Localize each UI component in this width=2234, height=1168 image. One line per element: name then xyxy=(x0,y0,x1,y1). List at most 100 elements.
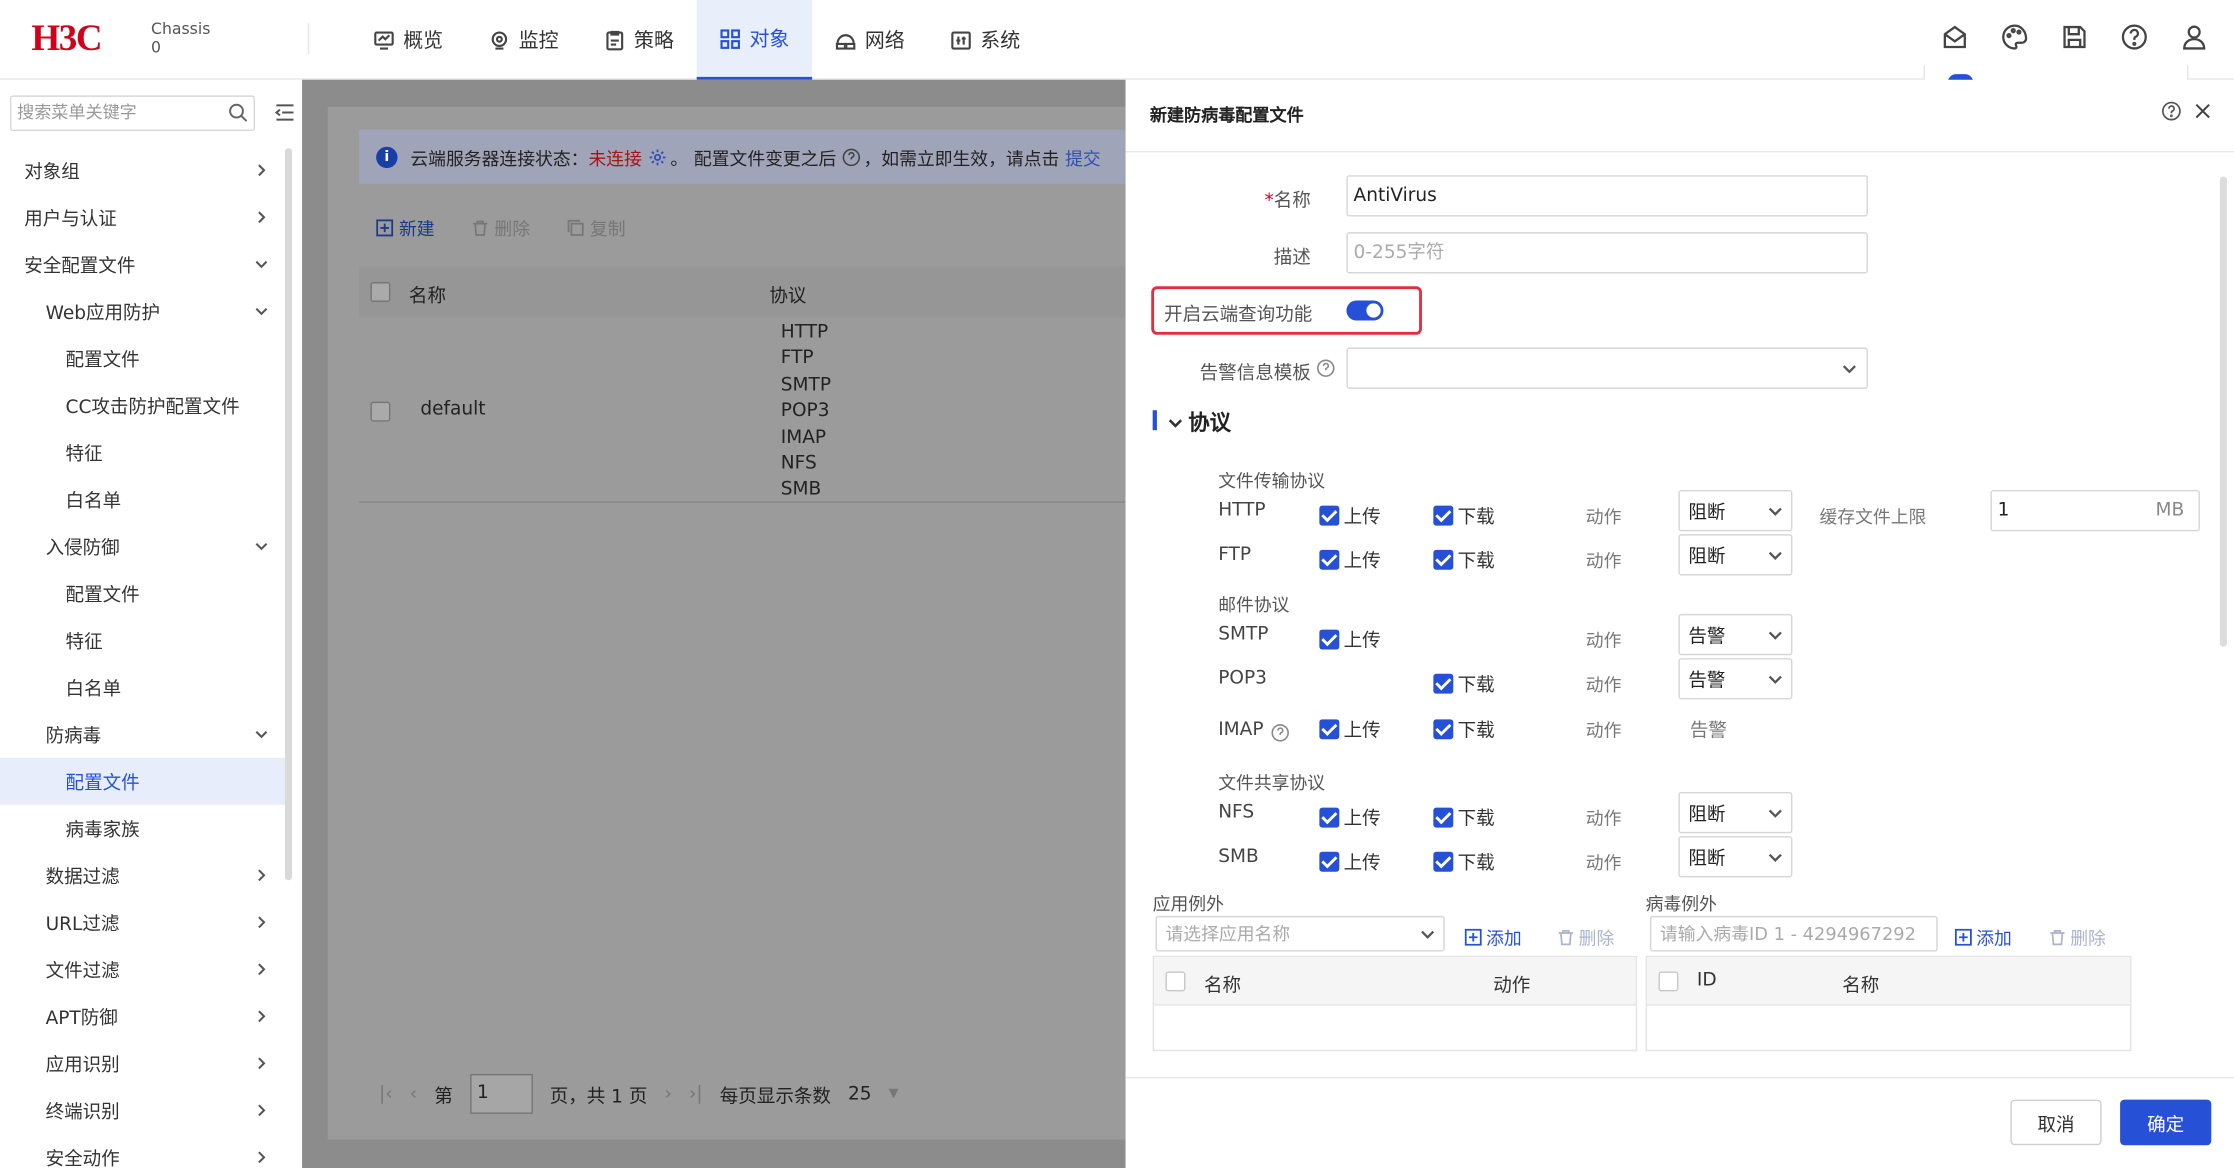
sidebar-scrollbar[interactable] xyxy=(284,148,293,881)
app-exception-delete-button[interactable]: 删除 xyxy=(1557,923,1614,950)
sidebar-item-ips-profiles[interactable]: 配置文件 xyxy=(0,570,285,617)
cancel-button[interactable]: 取消 xyxy=(2010,1099,2102,1146)
alarm-template-select[interactable] xyxy=(1346,347,1868,389)
virus-exception-delete-button[interactable]: 删除 xyxy=(2049,923,2106,950)
sidebar-item-waf[interactable]: Web应用防护 xyxy=(0,288,285,335)
nav-system[interactable]: 系统 xyxy=(928,0,1043,80)
prev-page-icon[interactable]: ‹ xyxy=(410,1083,417,1104)
sidebar-item-antivirus-profiles[interactable]: 配置文件 xyxy=(0,757,285,805)
sidebar-item-waf-signatures[interactable]: 特征 xyxy=(0,429,285,476)
chevron-down-icon xyxy=(1768,808,1782,818)
nfs-download-checkbox[interactable]: 下载 xyxy=(1433,803,1495,830)
nfs-upload-checkbox[interactable]: 上传 xyxy=(1319,803,1381,830)
last-page-icon[interactable]: ›| xyxy=(689,1083,703,1104)
ftp-action-select[interactable]: 阻断 xyxy=(1678,534,1793,576)
sidebar-item-object-group[interactable]: 对象组 xyxy=(0,147,285,194)
sidebar-item-user-auth[interactable]: 用户与认证 xyxy=(0,194,285,241)
virus-exception-add-button[interactable]: 添加 xyxy=(1954,923,2012,950)
delete-button[interactable]: 删除 xyxy=(472,214,530,241)
ftp-action-value: 阻断 xyxy=(1688,546,1726,569)
protocol-section-toggle[interactable]: 协议 xyxy=(1168,407,1231,437)
sidebar-item-antivirus[interactable]: 防病毒 xyxy=(0,711,285,758)
nav-network[interactable]: 网络 xyxy=(812,0,927,80)
help-icon[interactable] xyxy=(842,147,861,166)
per-page-select[interactable]: 25 xyxy=(848,1083,872,1104)
sidebar-item-url-filter[interactable]: URL过滤 xyxy=(0,899,285,946)
http-download-checkbox[interactable]: 下载 xyxy=(1433,501,1495,528)
app-exception-select-all[interactable] xyxy=(1165,971,1186,992)
ftp-upload-checkbox[interactable]: 上传 xyxy=(1319,546,1381,573)
help-icon[interactable] xyxy=(2161,101,2181,121)
first-page-icon[interactable]: |‹ xyxy=(379,1083,393,1104)
imap-upload-checkbox[interactable]: 上传 xyxy=(1319,715,1381,742)
column-name: 名称 xyxy=(1842,975,1880,998)
cloud-query-toggle[interactable] xyxy=(1346,300,1384,321)
pop3-download-checkbox[interactable]: 下载 xyxy=(1433,669,1495,697)
http-action-select[interactable]: 阻断 xyxy=(1678,489,1793,532)
smtp-action-select[interactable]: 告警 xyxy=(1678,613,1793,656)
row-protocol-list: HTTP FTP SMTP POP3 IMAP NFS SMB xyxy=(781,320,831,504)
confirm-button[interactable]: 确定 xyxy=(2120,1099,2212,1146)
cache-limit-input[interactable]: 1 MB xyxy=(1990,489,2200,532)
pop3-action-select[interactable]: 告警 xyxy=(1678,658,1793,700)
palette-icon[interactable] xyxy=(2000,23,2028,51)
sidebar-item-apt[interactable]: APT防御 xyxy=(0,993,285,1040)
table-row[interactable]: default xyxy=(359,318,1126,503)
sidebar-item-security-action[interactable]: 安全动作 xyxy=(0,1134,285,1168)
sidebar-item-data-filter[interactable]: 数据过滤 xyxy=(0,852,285,899)
copy-button[interactable]: 复制 xyxy=(567,214,626,241)
sidebar-item-ips[interactable]: 入侵防御 xyxy=(0,523,285,570)
name-label: *名称 xyxy=(1197,185,1310,213)
collapse-menu-icon[interactable] xyxy=(274,103,295,123)
nav-policy[interactable]: 策略 xyxy=(581,0,696,80)
row-checkbox[interactable] xyxy=(370,401,391,422)
smb-download-checkbox[interactable]: 下载 xyxy=(1433,848,1495,875)
submit-link[interactable]: 提交 xyxy=(1065,143,1101,170)
ftp-download-checkbox[interactable]: 下载 xyxy=(1433,546,1495,573)
virus-exception-select-all[interactable] xyxy=(1658,971,1679,992)
sidebar-item-waf-whitelist[interactable]: 白名单 xyxy=(0,476,285,523)
app-exception-add-button[interactable]: 添加 xyxy=(1464,923,1522,950)
search-icon[interactable] xyxy=(228,103,248,123)
nfs-action-select[interactable]: 阻断 xyxy=(1678,791,1793,834)
sidebar-item-endpoint-id[interactable]: 终端识别 xyxy=(0,1087,285,1134)
page-number-input[interactable]: 1 xyxy=(469,1073,533,1114)
drawer-scrollbar[interactable] xyxy=(2219,176,2227,647)
sidebar-item-ips-signatures[interactable]: 特征 xyxy=(0,617,285,664)
settings-icon[interactable] xyxy=(648,147,667,166)
help-icon[interactable] xyxy=(2120,23,2148,51)
http-upload-checkbox[interactable]: 上传 xyxy=(1319,501,1381,528)
required-mark: * xyxy=(1264,190,1274,213)
h3c-logo[interactable]: H3C xyxy=(31,17,102,60)
smb-action-select[interactable]: 阻断 xyxy=(1678,836,1793,878)
chevron-right-icon xyxy=(258,1151,266,1164)
sidebar-item-file-filter[interactable]: 文件过滤 xyxy=(0,946,285,993)
notice-prefix: 云端服务器连接状态： xyxy=(410,147,589,169)
close-icon[interactable] xyxy=(2193,101,2213,121)
user-icon[interactable] xyxy=(2180,23,2208,51)
name-input[interactable]: AntiVirus xyxy=(1346,175,1868,217)
help-icon[interactable] xyxy=(1317,359,1336,378)
sidebar-item-ips-whitelist[interactable]: 白名单 xyxy=(0,664,285,711)
sidebar-item-cc-profiles[interactable]: CC攻击防护配置文件 xyxy=(0,382,285,429)
smtp-upload-checkbox[interactable]: 上传 xyxy=(1319,625,1381,652)
select-all-checkbox[interactable] xyxy=(370,282,391,302)
help-icon[interactable] xyxy=(1271,724,1290,743)
nav-object[interactable]: 对象 xyxy=(696,0,813,80)
virus-id-input[interactable]: 请输入病毒ID 1 - 4294967292 xyxy=(1649,915,1938,952)
sidebar-item-security-profiles[interactable]: 安全配置文件 xyxy=(0,241,285,288)
nav-monitor[interactable]: 监控 xyxy=(466,0,581,80)
save-icon[interactable] xyxy=(2060,23,2088,51)
smb-upload-checkbox[interactable]: 上传 xyxy=(1319,848,1381,875)
nav-overview[interactable]: 概览 xyxy=(351,0,466,80)
sidebar-item-waf-profiles[interactable]: 配置文件 xyxy=(0,335,285,382)
mailbox-icon[interactable] xyxy=(1941,23,1969,51)
menu-search-input[interactable]: 搜索菜单关键字 xyxy=(9,95,256,132)
sidebar-item-virus-family[interactable]: 病毒家族 xyxy=(0,805,285,852)
app-exception-select[interactable]: 请选择应用名称 xyxy=(1155,915,1445,952)
next-page-icon[interactable]: › xyxy=(664,1083,671,1104)
description-input[interactable]: 0-255字符 xyxy=(1346,232,1868,274)
sidebar-item-app-id[interactable]: 应用识别 xyxy=(0,1040,285,1087)
imap-download-checkbox[interactable]: 下载 xyxy=(1433,715,1495,742)
new-button[interactable]: 新建 xyxy=(376,214,435,241)
